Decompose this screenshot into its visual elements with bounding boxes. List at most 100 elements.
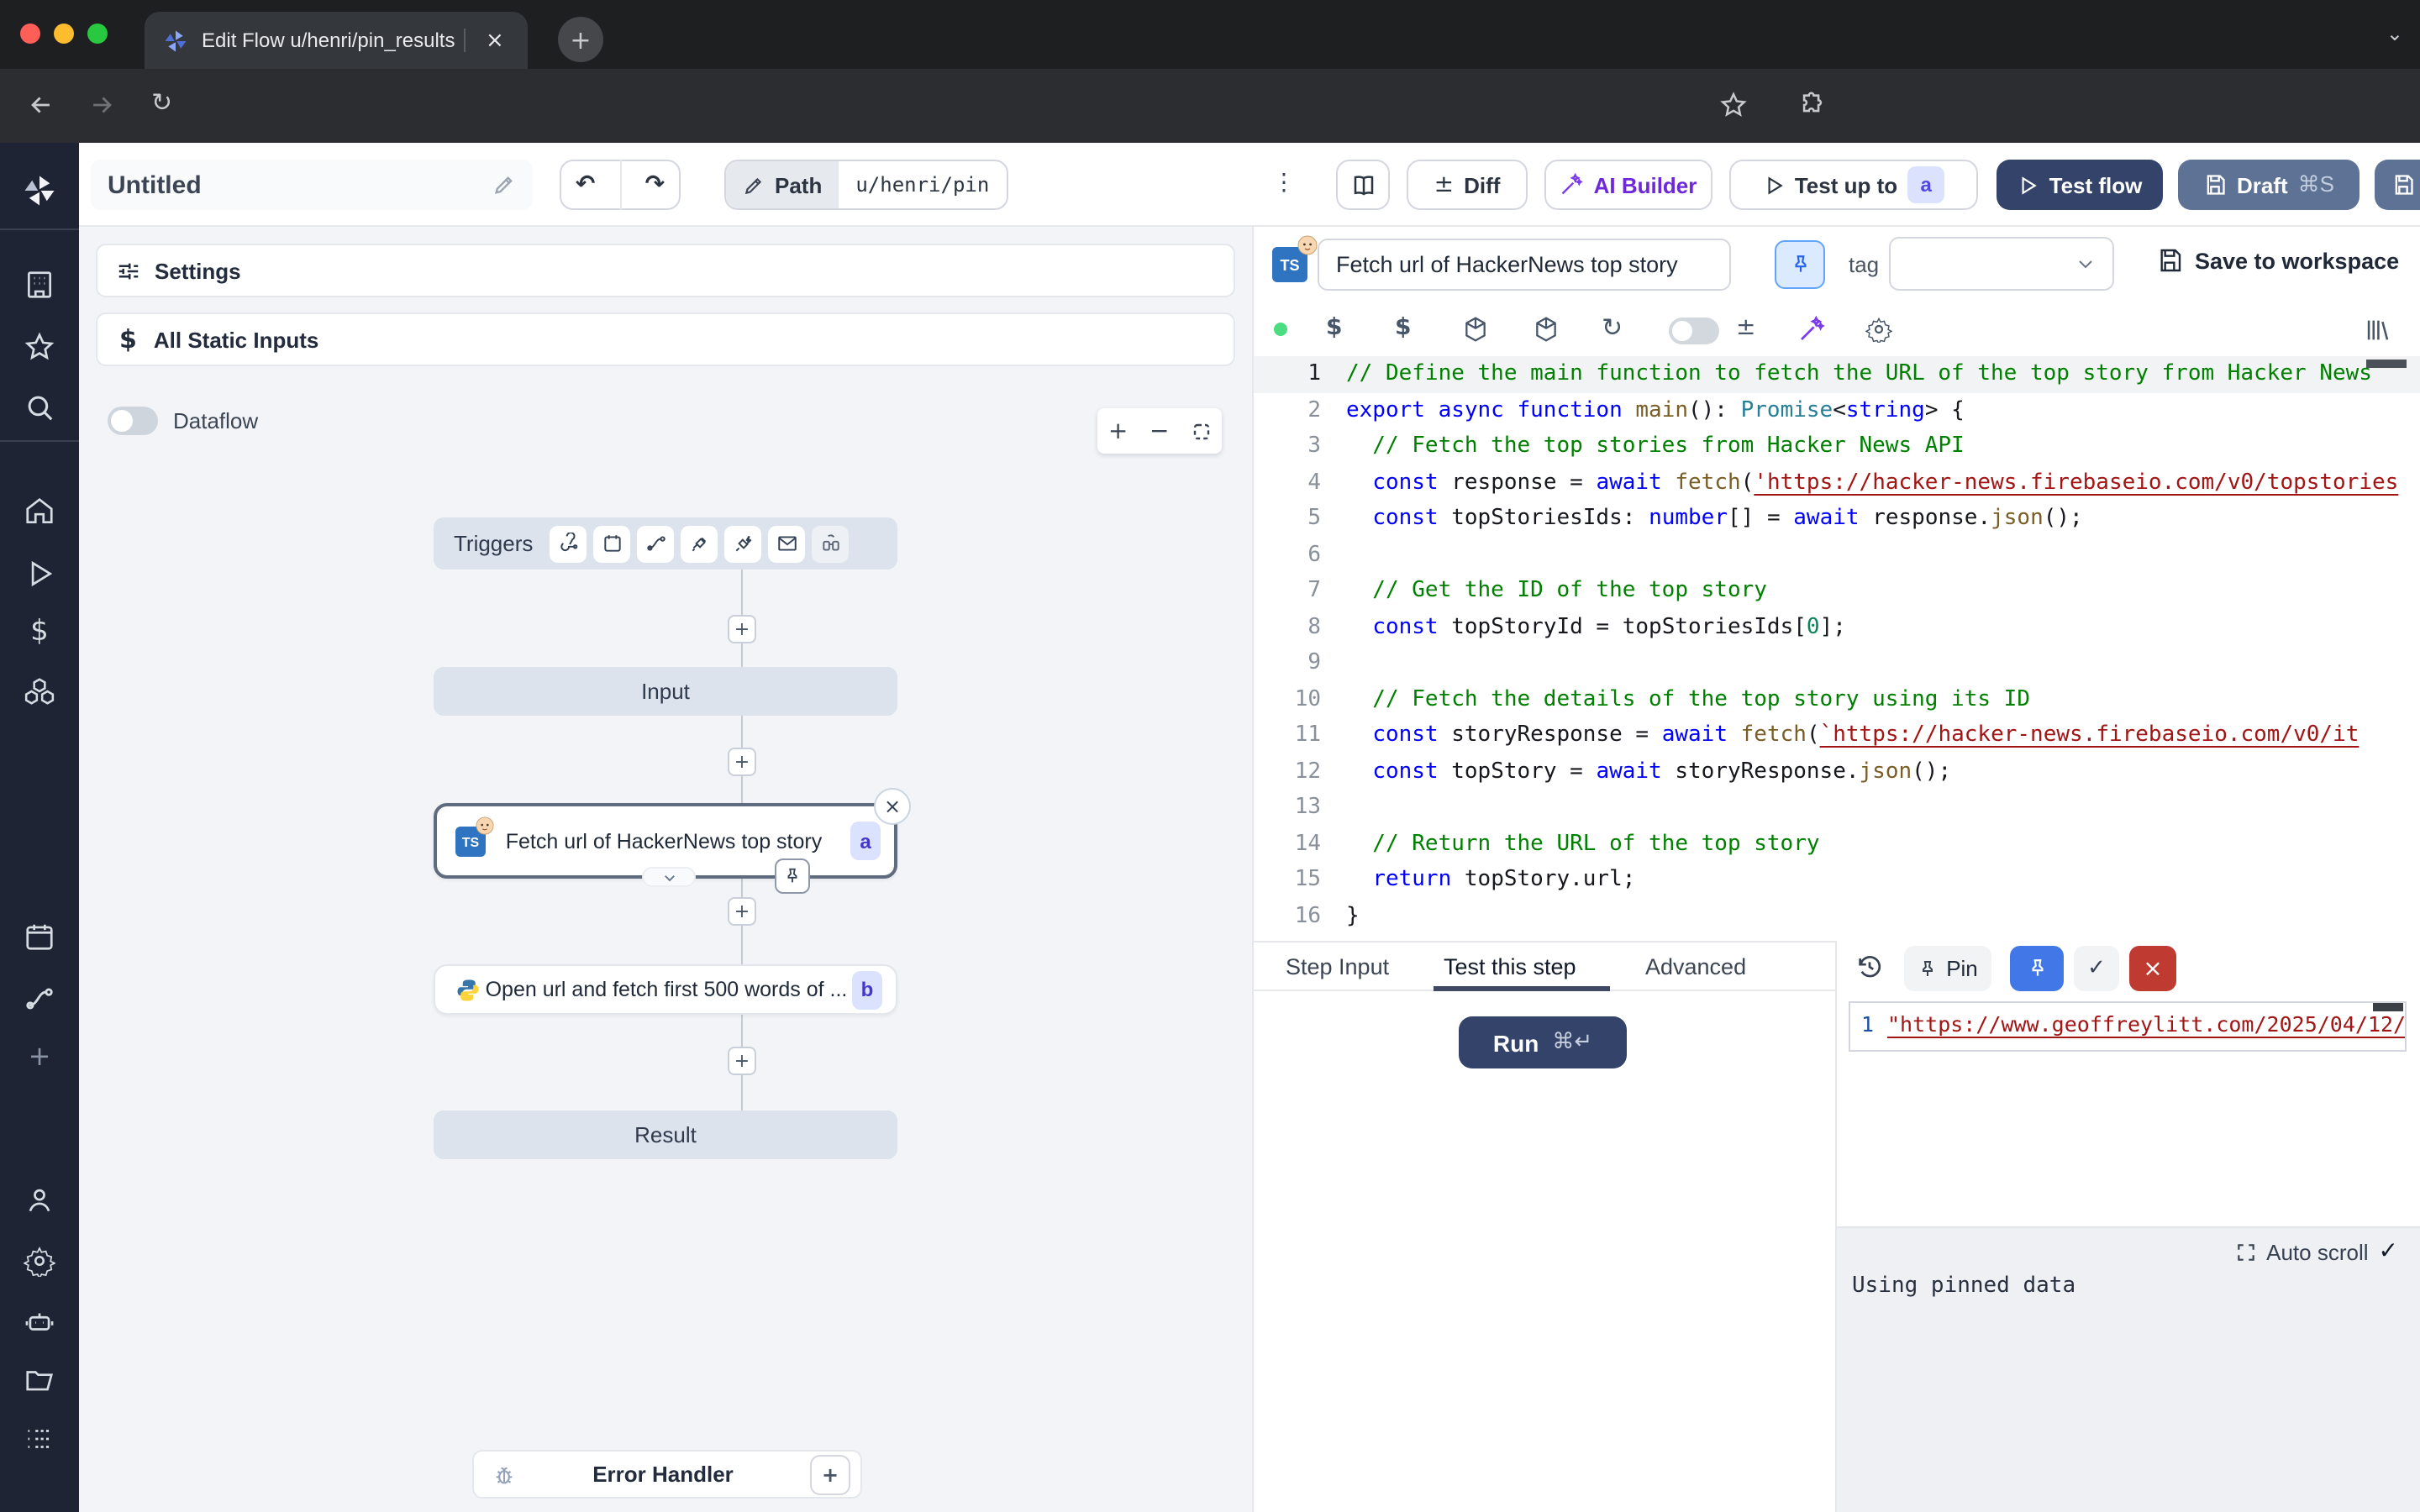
flow-settings-button[interactable]: Settings (96, 244, 1235, 297)
save-to-workspace-button[interactable]: Save to workspace (2156, 247, 2399, 274)
ai-builder-button[interactable]: AI Builder (1544, 160, 1712, 210)
test-flow-button[interactable]: Test flow (1996, 160, 2163, 210)
zoom-out-icon[interactable]: − (1150, 417, 1169, 444)
edit-name-pencil-icon[interactable] (492, 173, 516, 197)
http-route-trigger-icon[interactable] (637, 525, 674, 562)
windmill-logo[interactable] (22, 173, 54, 205)
sidebar-item-resources[interactable] (24, 675, 55, 707)
edit-path-pencil-icon[interactable] (743, 174, 765, 196)
sidebar-item-search[interactable] (24, 391, 55, 423)
sidebar-item-add[interactable]: + (24, 1040, 55, 1072)
pinned-data-editor[interactable]: 1"https://www.geoffreylitt.com/2025/04/1… (1849, 1001, 2407, 1052)
tab-test-this-step[interactable]: Test this step (1444, 954, 1576, 979)
undo-icon[interactable]: ↶ (561, 171, 609, 198)
accept-pin-button[interactable]: ✓ (2074, 946, 2119, 991)
fit-view-icon[interactable] (1191, 421, 1211, 441)
more-options-kebab-icon[interactable]: ⋮ (1272, 170, 1296, 197)
tag-select[interactable] (1889, 237, 2114, 291)
sidebar-item-variables[interactable]: $ (24, 615, 55, 647)
test-up-to-button[interactable]: Test up to a (1729, 160, 1978, 210)
add-step-button[interactable]: + (728, 897, 756, 926)
test-up-to-step-badge[interactable]: a (1907, 166, 1944, 203)
sidebar-item-workers[interactable] (24, 1305, 55, 1337)
step-node-a[interactable]: TS Fetch url of HackerNews top story a × (434, 803, 897, 879)
pinned-active-button[interactable] (2010, 946, 2064, 991)
extensions-icon[interactable] (1798, 91, 1827, 119)
pinned-editor-scrollbar[interactable] (2373, 1003, 2403, 1011)
sidebar-item-logs[interactable] (24, 1423, 55, 1455)
step-a-id-badge[interactable]: a (850, 822, 881, 860)
triggers-node[interactable]: Triggers (434, 517, 897, 570)
webhook-trigger-icon[interactable] (550, 525, 587, 562)
step-pin-indicator[interactable] (775, 858, 810, 894)
sidebar-item-home[interactable] (24, 496, 55, 528)
editor-settings-gear-icon[interactable] (1865, 316, 1892, 343)
step-b-id-badge[interactable]: b (852, 970, 882, 1009)
ai-assistant-wand-icon[interactable] (1798, 316, 1825, 343)
redo-icon[interactable]: ↷ (631, 171, 679, 198)
dataflow-toggle[interactable] (108, 407, 158, 435)
sidebar-item-workspace[interactable] (24, 269, 55, 301)
maximize-window-button[interactable] (87, 24, 108, 44)
diff-mode-toggle[interactable] (1669, 318, 1719, 344)
sidebar-item-favorites[interactable] (24, 331, 55, 363)
sidebar-item-folders[interactable] (24, 1364, 55, 1396)
minimize-window-button[interactable] (54, 24, 74, 44)
library-icon[interactable] (2363, 316, 2391, 344)
sidebar-item-runs[interactable] (24, 558, 55, 590)
bookmark-star-icon[interactable] (1719, 91, 1748, 119)
result-node[interactable]: Result (434, 1110, 897, 1159)
tab-step-input[interactable]: Step Input (1286, 954, 1389, 979)
add-step-button[interactable]: + (728, 748, 756, 776)
error-handler-node[interactable]: Error Handler + (472, 1450, 862, 1499)
pin-button[interactable]: Pin (1904, 946, 1991, 991)
add-step-button[interactable]: + (728, 1047, 756, 1075)
docs-button[interactable] (1336, 160, 1390, 210)
package-icon[interactable] (1462, 316, 1489, 343)
forward-icon[interactable] (87, 91, 116, 119)
remove-pin-button[interactable]: × (2129, 946, 2176, 991)
input-node[interactable]: Input (434, 667, 897, 716)
poll-trigger-icon[interactable] (812, 525, 849, 562)
sidebar-item-users[interactable] (24, 1184, 55, 1216)
sidebar-item-settings[interactable] (24, 1245, 55, 1277)
sidebar-item-schedules[interactable] (24, 921, 55, 953)
email-trigger-icon[interactable] (768, 525, 805, 562)
add-step-button[interactable]: + (728, 615, 756, 643)
tab-close-icon[interactable]: × (486, 28, 504, 53)
run-button[interactable]: Run ⌘↵ (1459, 1016, 1627, 1068)
close-window-button[interactable] (20, 24, 40, 44)
pinned-toggle-button[interactable] (1775, 240, 1825, 289)
sidebar-item-flows[interactable] (24, 983, 55, 1015)
editor-scrollbar[interactable] (2366, 360, 2407, 368)
diff-button[interactable]: ± Diff (1407, 160, 1528, 210)
tab-advanced[interactable]: Advanced (1645, 954, 1746, 979)
remove-step-button[interactable]: × (874, 788, 911, 825)
diff-icon[interactable]: ± (1736, 314, 1755, 341)
step-title-input[interactable] (1318, 239, 1731, 291)
flow-name-field[interactable]: Untitled (91, 160, 533, 210)
zoom-in-icon[interactable]: + (1108, 417, 1128, 444)
deploy-button[interactable]: Deploy (2375, 160, 2420, 210)
browser-tab[interactable]: Edit Flow u/henri/pin_results × (145, 12, 528, 69)
static-inputs-icon[interactable]: $ (1395, 314, 1412, 341)
tab-search-chevron-icon[interactable]: ⌄ (2386, 22, 2403, 45)
reset-icon[interactable]: ↻ (1602, 312, 1623, 343)
package-icon[interactable] (1533, 316, 1560, 343)
draft-button[interactable]: Draft ⌘S (2178, 160, 2360, 210)
new-tab-button[interactable]: + (558, 17, 603, 62)
history-icon[interactable] (1855, 953, 1884, 981)
path-chip[interactable]: Path u/henri/pin (724, 160, 1007, 210)
auto-scroll-checkmark[interactable]: ✓ (2379, 1238, 2398, 1265)
websocket-trigger-icon[interactable] (681, 525, 718, 562)
step-node-b[interactable]: Open url and fetch first 500 words of ..… (434, 964, 897, 1015)
variables-icon[interactable]: $ (1326, 314, 1343, 341)
auto-scroll-control[interactable]: Auto scroll ✓ (2234, 1238, 2398, 1265)
back-icon[interactable] (27, 91, 55, 119)
collapse-chevron-button[interactable] (642, 867, 696, 887)
code-editor[interactable]: 1// Define the main function to fetch th… (1254, 356, 2420, 941)
reload-icon[interactable]: ↻ (151, 87, 172, 118)
event-trigger-icon[interactable] (724, 525, 761, 562)
schedule-trigger-icon[interactable] (593, 525, 630, 562)
add-error-handler-button[interactable]: + (810, 1454, 850, 1494)
